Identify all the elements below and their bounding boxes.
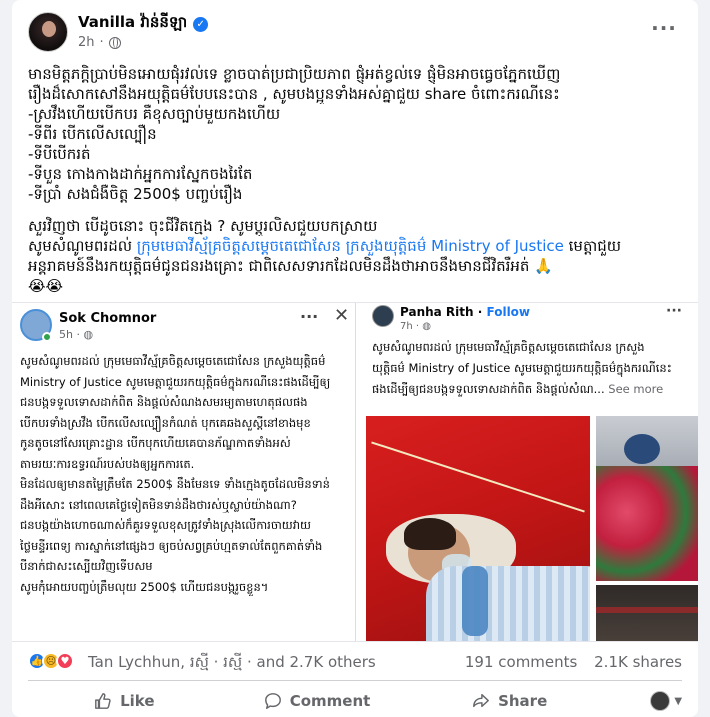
- screenshot-time: 5h · ◍: [59, 328, 94, 341]
- share-icon: [473, 693, 489, 708]
- online-dot-icon: [42, 332, 52, 342]
- thumbs-up-icon: [95, 693, 111, 709]
- mention-link-lawyers[interactable]: ក្រុមមេធាវីស្ម័គ្រចិត្តសម្ដេចតេជោសែន: [137, 237, 341, 255]
- screenshot-text: សូមសំណូមពរដល់ ក្រុមមេធាវីស្ម័គ្រចិត្តសម្…: [20, 354, 331, 594]
- comment-icon: [264, 693, 281, 709]
- audience-selector[interactable]: ▼: [606, 684, 682, 717]
- photo-patient-bed: [596, 416, 698, 581]
- love-reaction-icon: ♥: [56, 652, 74, 670]
- engagement-counts: 191 comments 2.1K shares: [465, 653, 682, 671]
- like-label: Like: [120, 692, 155, 710]
- globe-icon: [108, 36, 121, 49]
- post-text: មានមិត្តភក្តិប្រាប់មិនអោយផុំរវល់ទេ ខ្លាច…: [28, 64, 688, 296]
- post-line-mentions: សូមសំណូមពរដល់ ក្រុមមេធាវីស្ម័គ្រចិត្តសម្…: [28, 237, 622, 255]
- post-line: 😭😭: [28, 277, 64, 295]
- share-button[interactable]: Share: [413, 684, 606, 717]
- comment-label: Comment: [289, 692, 371, 710]
- shares-count[interactable]: 2.1K shares: [594, 653, 682, 671]
- post-image[interactable]: Sok Chomnor 5h · ◍ ··· ✕ សូមសំណូមពរដល់ ក…: [12, 302, 698, 642]
- close-icon: ✕: [334, 305, 350, 326]
- reactors-text[interactable]: Tan Lychhun, រស្មី · រស្មី · and 2.7K ot…: [88, 653, 376, 675]
- post-stats: 👍 ☹ ♥ Tan Lychhun, រស្មី · រស្មី · and 2…: [28, 650, 682, 674]
- more-icon: ···: [666, 303, 682, 319]
- post-time[interactable]: 2h: [78, 35, 95, 50]
- post-options-icon[interactable]: ···: [646, 18, 682, 46]
- author-avatar[interactable]: [28, 12, 68, 52]
- screenshot-left: Sok Chomnor 5h · ◍ ··· ✕ សូមសំណូមពរដល់ ក…: [12, 303, 356, 641]
- post-line: រឿងដ៏សោកសៅនឹងអយុត្តិធម៌បែបនេះបាន , សូមបង…: [28, 85, 560, 103]
- globe-icon: ◍: [83, 328, 94, 341]
- screenshot-right: Panha Rith · Follow 7h · ◍ ··· សូមសំណូមព…: [366, 303, 698, 641]
- post-line: មានមិត្តភក្តិប្រាប់មិនអោយផុំរវល់ទេ ខ្លាច…: [28, 65, 561, 83]
- post-line: -ទីបួន កោងកាងដាក់អ្នកការស្នែកចងរៃតែ: [28, 165, 253, 183]
- comments-count[interactable]: 191 comments: [465, 653, 577, 671]
- author-line: Vanilla វ៉ាន់នីឡា ✓: [78, 13, 209, 35]
- screenshot-text: សូមសំណូមពរដល់ ក្រុមមេធាវីស្ម័គ្រចិត្តសម្…: [372, 340, 672, 396]
- verified-badge-icon: ✓: [193, 16, 209, 32]
- post-line: -ទីបីបើករត់: [28, 145, 91, 163]
- author-name[interactable]: Vanilla វ៉ាន់នីឡា: [78, 13, 187, 35]
- screenshot-time: 7h · ◍: [400, 321, 431, 332]
- photo-child-hospital: [366, 416, 590, 641]
- post-meta: 2h ·: [78, 35, 121, 50]
- post-card: Vanilla វ៉ាន់នីឡា ✓ 2h · ··· មានមិត្តភក្…: [12, 0, 698, 717]
- screenshot-author: Sok Chomnor: [59, 311, 157, 326]
- action-bar: Like Comment Share ▼: [28, 684, 682, 717]
- screenshot-author: Panha Rith · Follow: [400, 305, 531, 319]
- post-line: -ទីពីរ បើកលើសល្បឿន: [28, 125, 157, 143]
- chevron-down-icon: ▼: [674, 695, 683, 707]
- share-label: Share: [498, 692, 548, 710]
- mention-link-ministry[interactable]: ក្រសួងយុត្តិធម៌ Ministry of Justice: [346, 237, 564, 255]
- divider: [28, 680, 682, 681]
- photo-car: [596, 585, 698, 641]
- reaction-icons[interactable]: 👍 ☹ ♥: [28, 652, 74, 670]
- post-line: -ស្រវឹងហើយបើកបរ គឺខុសច្បាប់មួយកងហើយ: [28, 105, 281, 123]
- more-icon: ···: [300, 307, 319, 326]
- post-line: -ទីប្រាំ សងជំងឺចិត្ត 2500$ បញ្ចប់រឿង: [28, 185, 243, 203]
- avatar: [650, 691, 671, 711]
- post-line: សួរវិញថា បើដូចនោះ ចុះជីវិតក្មេង ? សូមប្ដ…: [28, 217, 378, 235]
- comment-button[interactable]: Comment: [221, 684, 414, 717]
- avatar: [372, 305, 394, 327]
- post-header: Vanilla វ៉ាន់នីឡា ✓ 2h · ···: [12, 0, 698, 62]
- like-button[interactable]: Like: [28, 684, 221, 717]
- post-line: អន្តរាគមន៍នឹងរកយុត្តិធម៌ជូនជនរងគ្រោះ ជាព…: [28, 257, 553, 275]
